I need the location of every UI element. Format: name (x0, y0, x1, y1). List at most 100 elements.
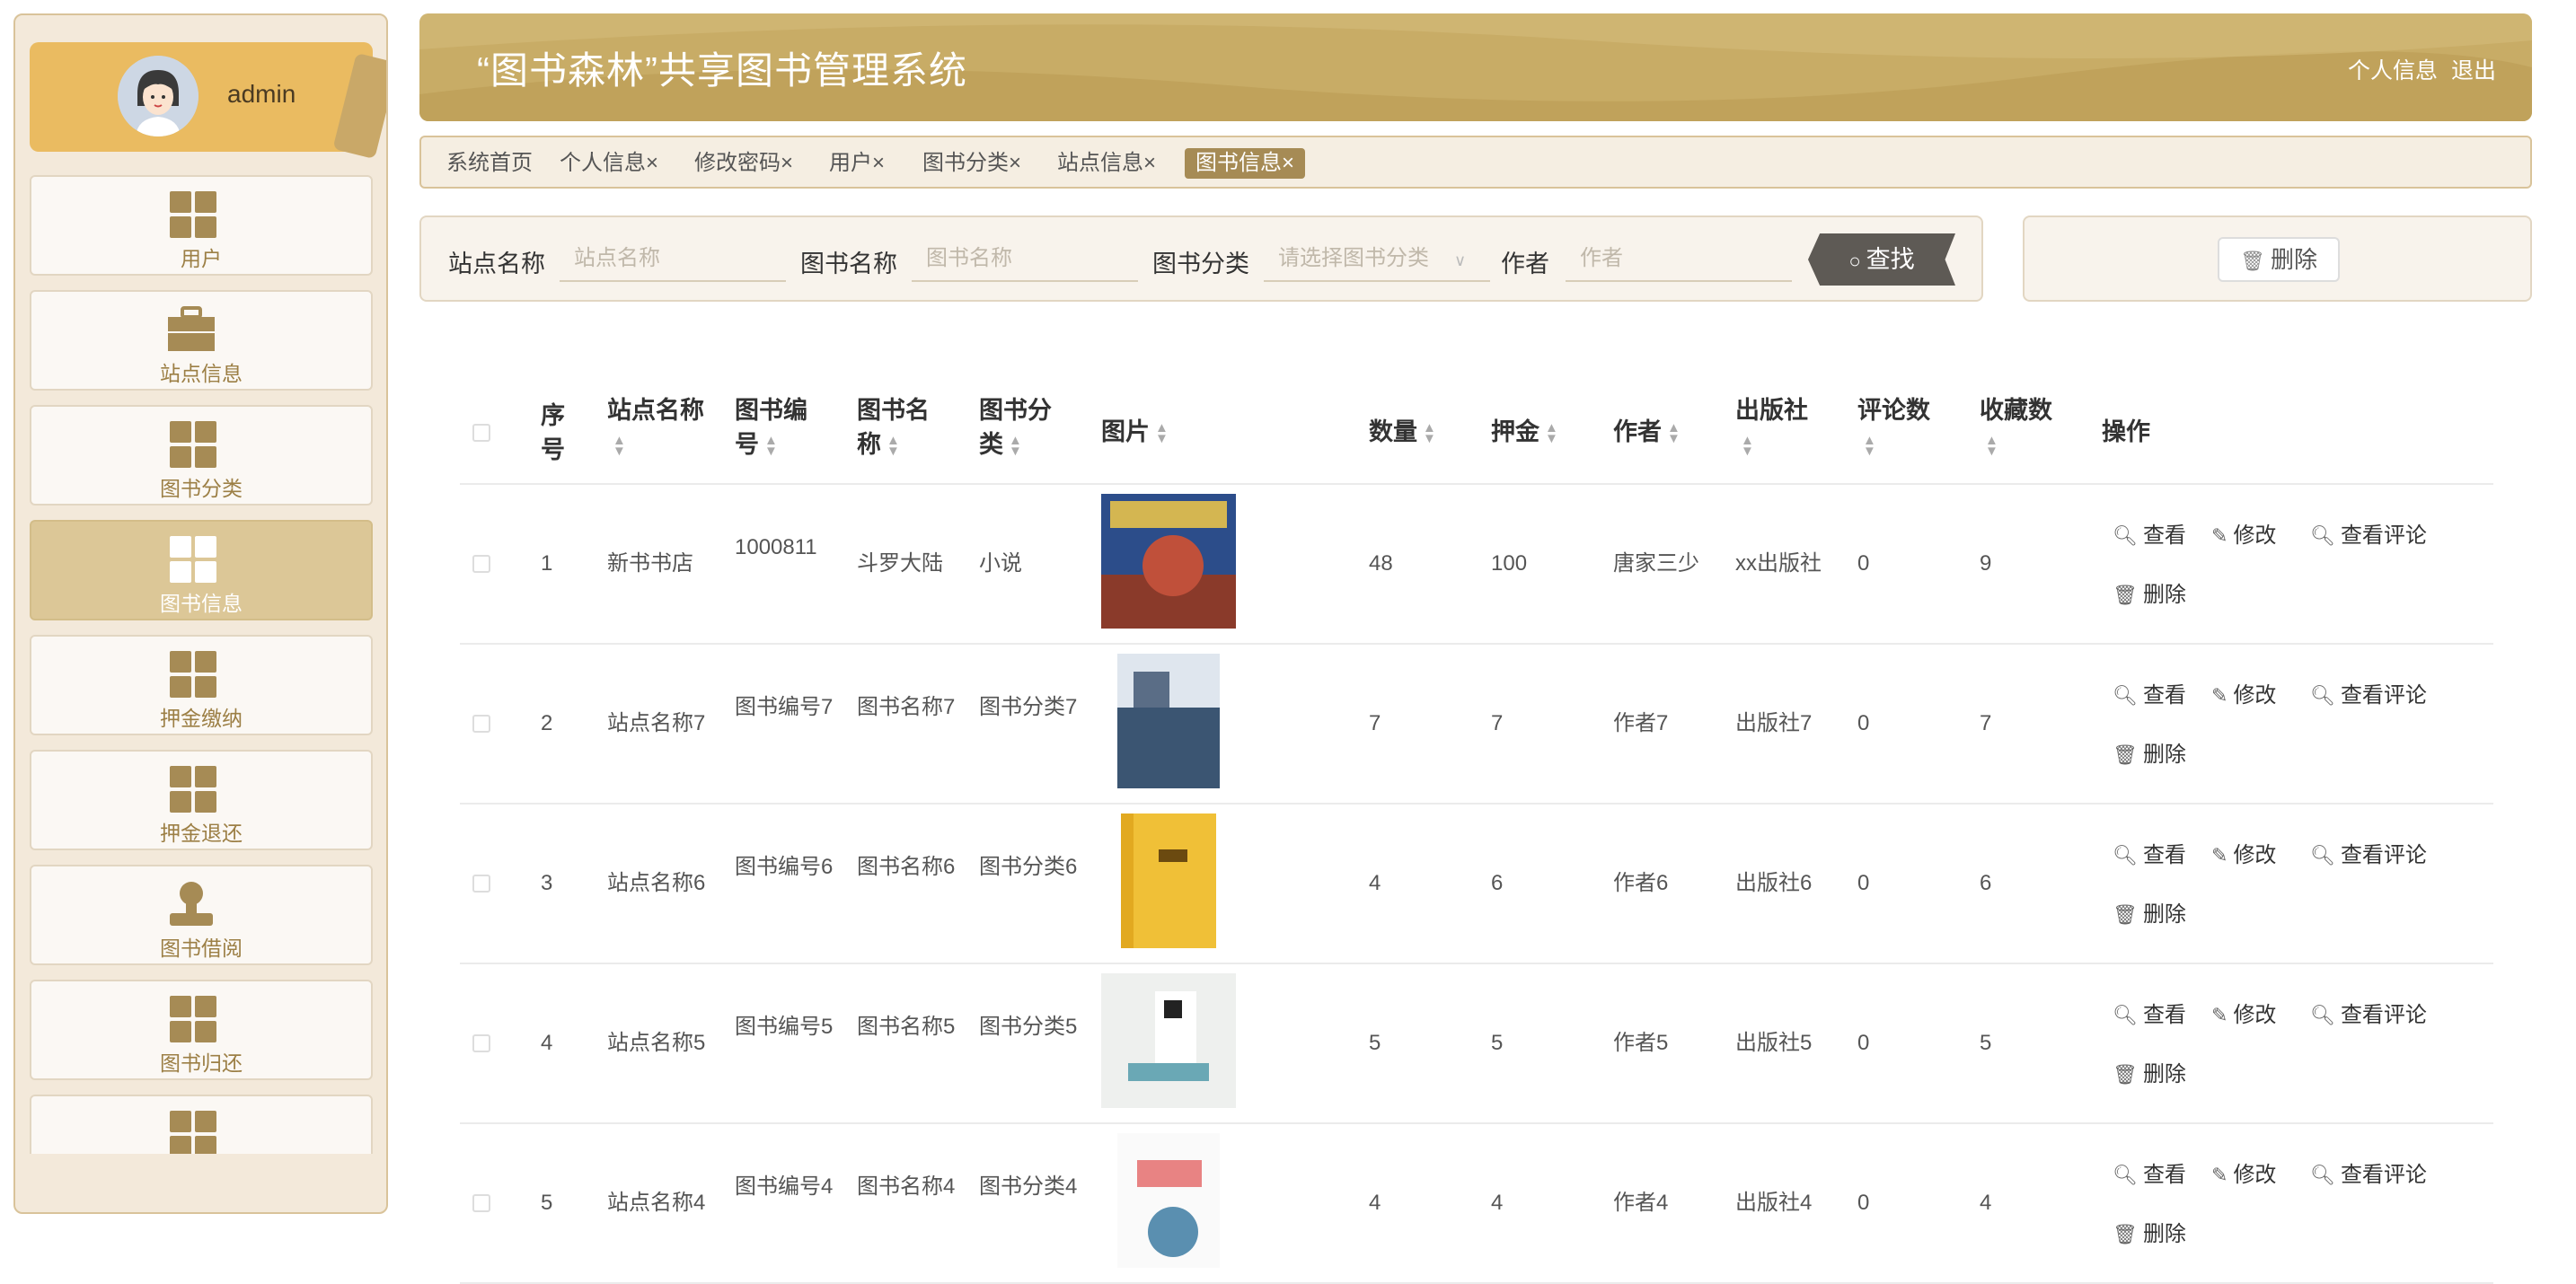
column-image[interactable]: 图片 ▲ ▼ (1101, 415, 1169, 449)
cell-site: 站点名称5 (607, 1031, 706, 1055)
site-name-input[interactable] (560, 237, 786, 282)
tab-6[interactable]: 站点信息× (1057, 148, 1156, 179)
view-comments-label: 查看评论 (2340, 843, 2427, 867)
view-comments-button[interactable]: 🔍︎ 查看评论 (2310, 837, 2427, 868)
delete-button[interactable]: 🗑 删除 (2113, 1056, 2186, 1087)
tab-label: 系统首页 (446, 151, 533, 175)
view-button[interactable]: 🔍︎ 查看 (2113, 837, 2186, 868)
tab-1[interactable]: 系统首页 (446, 148, 533, 179)
tab-7[interactable]: 图书信息× (1185, 148, 1306, 179)
close-icon[interactable]: × (646, 151, 658, 175)
user-card[interactable]: admin (30, 42, 386, 160)
column-comments[interactable]: 评论数 ▲ ▼ (1857, 393, 1930, 462)
book-cover-image[interactable] (1101, 1133, 1236, 1268)
book-name-input[interactable] (912, 237, 1138, 282)
view-button[interactable]: 🔍︎ 查看 (2113, 517, 2186, 549)
view-button[interactable]: 🔍︎ 查看 (2113, 1156, 2186, 1188)
view-comments-button[interactable]: 🔍︎ 查看评论 (2310, 997, 2427, 1028)
sidebar-item-6[interactable]: 押金退还 (30, 750, 373, 850)
sidebar-item-more[interactable] (30, 1095, 373, 1154)
view-comments-button[interactable]: 🔍︎ 查看评论 (2310, 677, 2427, 708)
column-favorites[interactable]: 收藏数 ▲ ▼ (1980, 393, 2052, 462)
row-checkbox[interactable] (472, 1034, 490, 1052)
table-row[interactable]: 3 站点名称6 图书编号6 图书名称6 图书分类6 4 6 作者6 出版社6 0 6 🔍︎ 查看 ✎ 修改 🔍… (460, 805, 2493, 964)
close-icon[interactable]: × (1282, 151, 1294, 175)
sort-icon[interactable]: ▲ ▼ (1009, 434, 1022, 458)
tab-4[interactable]: 用户× (829, 148, 885, 179)
book-name-label: 图书名称 (800, 251, 897, 277)
row-checkbox[interactable] (472, 875, 490, 893)
sidebar-item-1[interactable]: 用户 (30, 175, 373, 276)
delete-button[interactable]: 🗑 删除 (2113, 736, 2186, 768)
table-row[interactable]: 5 站点名称4 图书编号4 图书名称4 图书分类4 4 4 作者4 出版社4 0 4 🔍︎ 查看 ✎ 修改 🔍… (460, 1124, 2493, 1284)
table-row[interactable]: 4 站点名称5 图书编号5 图书名称5 图书分类5 5 5 作者5 出版社5 0 5 🔍︎ 查看 ✎ 修改 🔍… (460, 964, 2493, 1124)
trash-icon: 🗑 (2113, 903, 2138, 926)
sidebar-item-7[interactable]: 图书借阅 (30, 865, 373, 965)
profile-link[interactable]: 个人信息 (2348, 58, 2438, 84)
edit-button[interactable]: ✎ 修改 (2211, 1156, 2276, 1188)
tab-3[interactable]: 修改密码× (694, 148, 793, 179)
edit-icon: ✎ (2211, 524, 2228, 547)
close-icon[interactable]: × (1009, 151, 1021, 175)
sort-icon[interactable]: ▲ ▼ (1741, 434, 1754, 458)
sort-icon[interactable]: ▲ ▼ (613, 434, 626, 458)
edit-button[interactable]: ✎ 修改 (2211, 517, 2276, 549)
sort-icon[interactable]: ▲ ▼ (1985, 434, 1998, 458)
cell-author: 作者6 (1613, 871, 1669, 895)
logout-link[interactable]: 退出 (2451, 58, 2496, 84)
edit-button[interactable]: ✎ 修改 (2211, 997, 2276, 1028)
sidebar-item-4[interactable]: 图书信息 (30, 520, 373, 620)
book-cover-image[interactable] (1101, 973, 1236, 1108)
batch-delete-button[interactable]: 🗑 删除 (2218, 237, 2340, 282)
sort-icon[interactable]: ▲ ▼ (764, 434, 778, 458)
tab-5[interactable]: 图书分类× (922, 148, 1021, 179)
table-row[interactable]: 2 站点名称7 图书编号7 图书名称7 图书分类7 7 7 作者7 出版社7 0 7 🔍︎ 查看 ✎ 修改 🔍… (460, 645, 2493, 805)
view-button[interactable]: 🔍︎ 查看 (2113, 997, 2186, 1028)
table-row[interactable]: 1 新书书店 1000811 斗罗大陆 小说 48 100 唐家三少 xx出版社 0 9 🔍︎ 查看 ✎ 修… (460, 485, 2493, 645)
row-checkbox[interactable] (472, 555, 490, 573)
column-favorites-label: 收藏数 (1980, 397, 2052, 424)
column-index[interactable]: 序 号 (541, 399, 565, 467)
row-checkbox[interactable] (472, 715, 490, 733)
edit-button[interactable]: ✎ 修改 (2211, 677, 2276, 708)
book-cover-image[interactable] (1101, 813, 1236, 948)
edit-button[interactable]: ✎ 修改 (2211, 837, 2276, 868)
column-index-line2: 号 (541, 436, 565, 463)
book-cover-image[interactable] (1101, 654, 1236, 788)
sort-icon[interactable]: ▲ ▼ (887, 434, 900, 458)
close-icon[interactable]: × (872, 151, 885, 175)
column-category[interactable]: 图书分 类 ▲ ▼ (979, 393, 1052, 462)
find-button[interactable]: ○ 查找 (1808, 233, 1955, 286)
author-input[interactable] (1566, 237, 1792, 282)
close-icon[interactable]: × (1143, 151, 1156, 175)
column-quantity[interactable]: 数量 ▲ ▼ (1369, 415, 1436, 449)
view-comments-button[interactable]: 🔍︎ 查看评论 (2310, 1156, 2427, 1188)
sort-icon[interactable]: ▲ ▼ (1545, 421, 1558, 445)
column-code[interactable]: 图书编 号 ▲ ▼ (735, 393, 807, 462)
close-icon[interactable]: × (781, 151, 793, 175)
sort-icon[interactable]: ▲ ▼ (1155, 421, 1169, 445)
delete-button[interactable]: 🗑 删除 (2113, 896, 2186, 928)
column-deposit[interactable]: 押金 ▲ ▼ (1491, 415, 1558, 449)
row-checkbox[interactable] (472, 1194, 490, 1212)
sort-icon[interactable]: ▲ ▼ (1863, 434, 1876, 458)
edit-label: 修改 (2233, 523, 2277, 548)
column-name[interactable]: 图书名 称 ▲ ▼ (857, 393, 930, 462)
delete-button[interactable]: 🗑 删除 (2113, 576, 2186, 608)
sort-icon[interactable]: ▲ ▼ (1423, 421, 1436, 445)
book-cover-image[interactable] (1101, 494, 1236, 629)
trash-icon: 🗑 (2113, 584, 2138, 606)
view-comments-button[interactable]: 🔍︎ 查看评论 (2310, 517, 2427, 549)
sidebar-item-2[interactable]: 站点信息 (30, 290, 373, 391)
column-publisher[interactable]: 出版社 ▲ ▼ (1735, 393, 1808, 462)
column-author[interactable]: 作者 ▲ ▼ (1613, 415, 1681, 449)
view-button[interactable]: 🔍︎ 查看 (2113, 677, 2186, 708)
sort-icon[interactable]: ▲ ▼ (1667, 421, 1681, 445)
sidebar-item-5[interactable]: 押金缴纳 (30, 635, 373, 735)
sidebar-item-3[interactable]: 图书分类 (30, 405, 373, 506)
select-all-checkbox[interactable] (472, 424, 490, 442)
tab-2[interactable]: 个人信息× (560, 148, 658, 179)
sidebar-item-8[interactable]: 图书归还 (30, 980, 373, 1080)
column-site[interactable]: 站点名称 ▲ ▼ (607, 393, 704, 462)
delete-button[interactable]: 🗑 删除 (2113, 1216, 2186, 1247)
